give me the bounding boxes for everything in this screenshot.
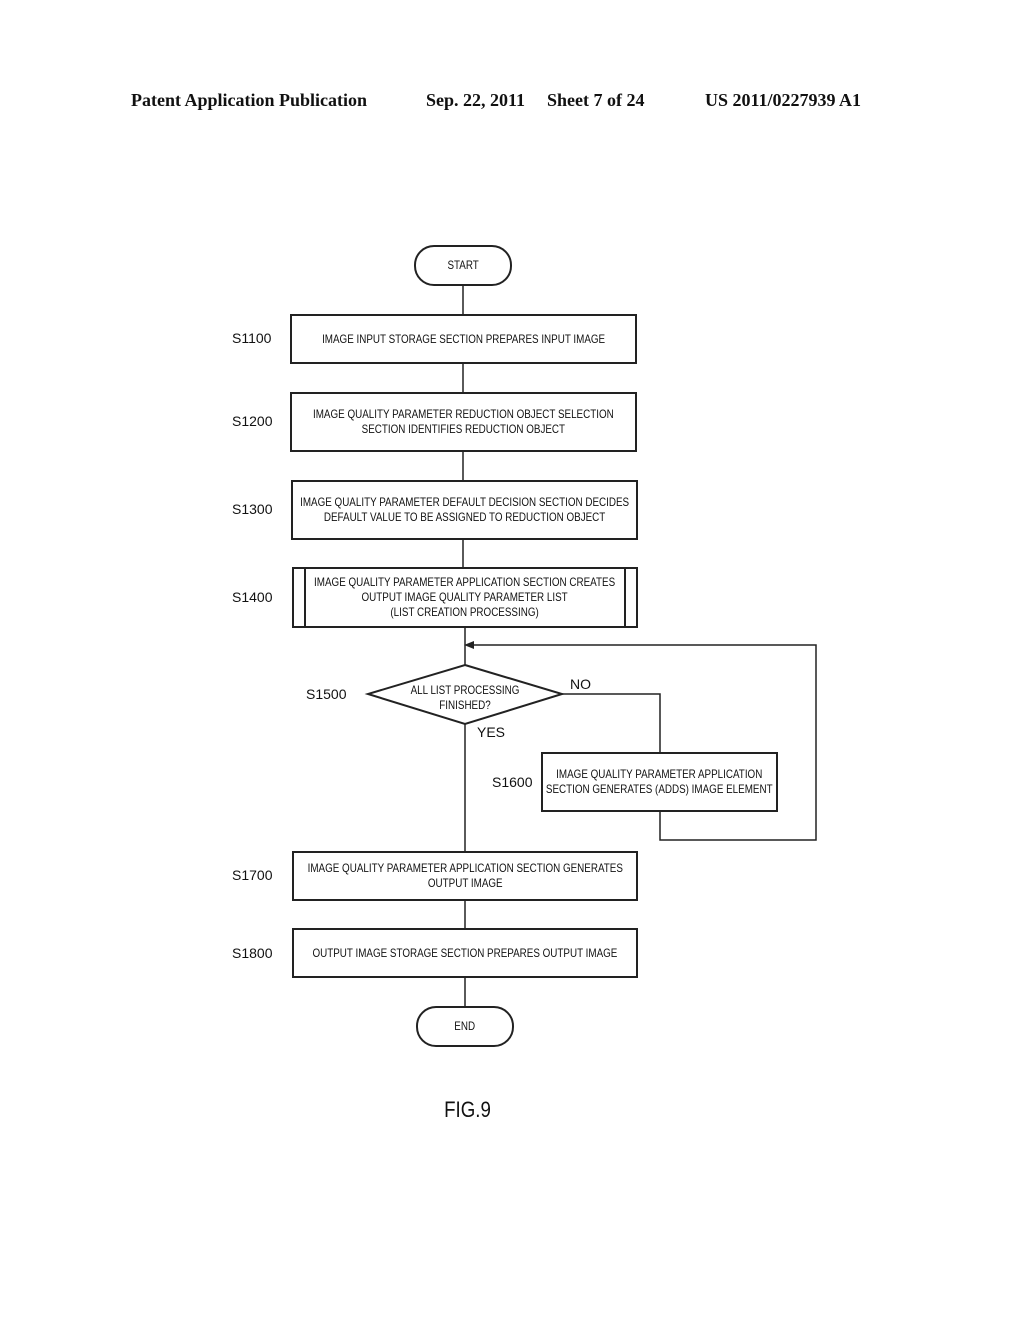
branch-label-yes: YES	[477, 724, 506, 740]
connector-no-branch	[562, 693, 661, 752]
step-label-s1500: S1500	[306, 686, 347, 702]
step-label-s1200: S1200	[232, 413, 273, 429]
subprocess-box-s1400: IMAGE QUALITY PARAMETER APPLICATION SECT…	[292, 567, 638, 628]
process-box-s1100: IMAGE INPUT STORAGE SECTION PREPARES INP…	[290, 314, 637, 364]
branch-label-no: NO	[570, 676, 591, 692]
step-label-s1400: S1400	[232, 589, 273, 605]
decision-text-s1500: ALL LIST PROCESSING FINISHED?	[410, 683, 520, 712]
start-terminal: START	[414, 245, 512, 286]
process-box-s1200: IMAGE QUALITY PARAMETER REDUCTION OBJECT…	[290, 392, 637, 452]
figure-label: FIG.9	[444, 1097, 491, 1122]
process-box-s1800: OUTPUT IMAGE STORAGE SECTION PREPARES OU…	[292, 928, 638, 978]
process-box-s1700: IMAGE QUALITY PARAMETER APPLICATION SECT…	[292, 851, 638, 901]
step-label-s1100: S1100	[232, 330, 272, 346]
step-label-s1700: S1700	[232, 867, 273, 883]
end-terminal: END	[416, 1006, 514, 1047]
process-box-s1600: IMAGE QUALITY PARAMETER APPLICATION SECTI…	[541, 752, 778, 812]
process-box-s1300: IMAGE QUALITY PARAMETER DEFAULT DECISION…	[291, 480, 638, 540]
step-label-s1800: S1800	[232, 945, 273, 961]
